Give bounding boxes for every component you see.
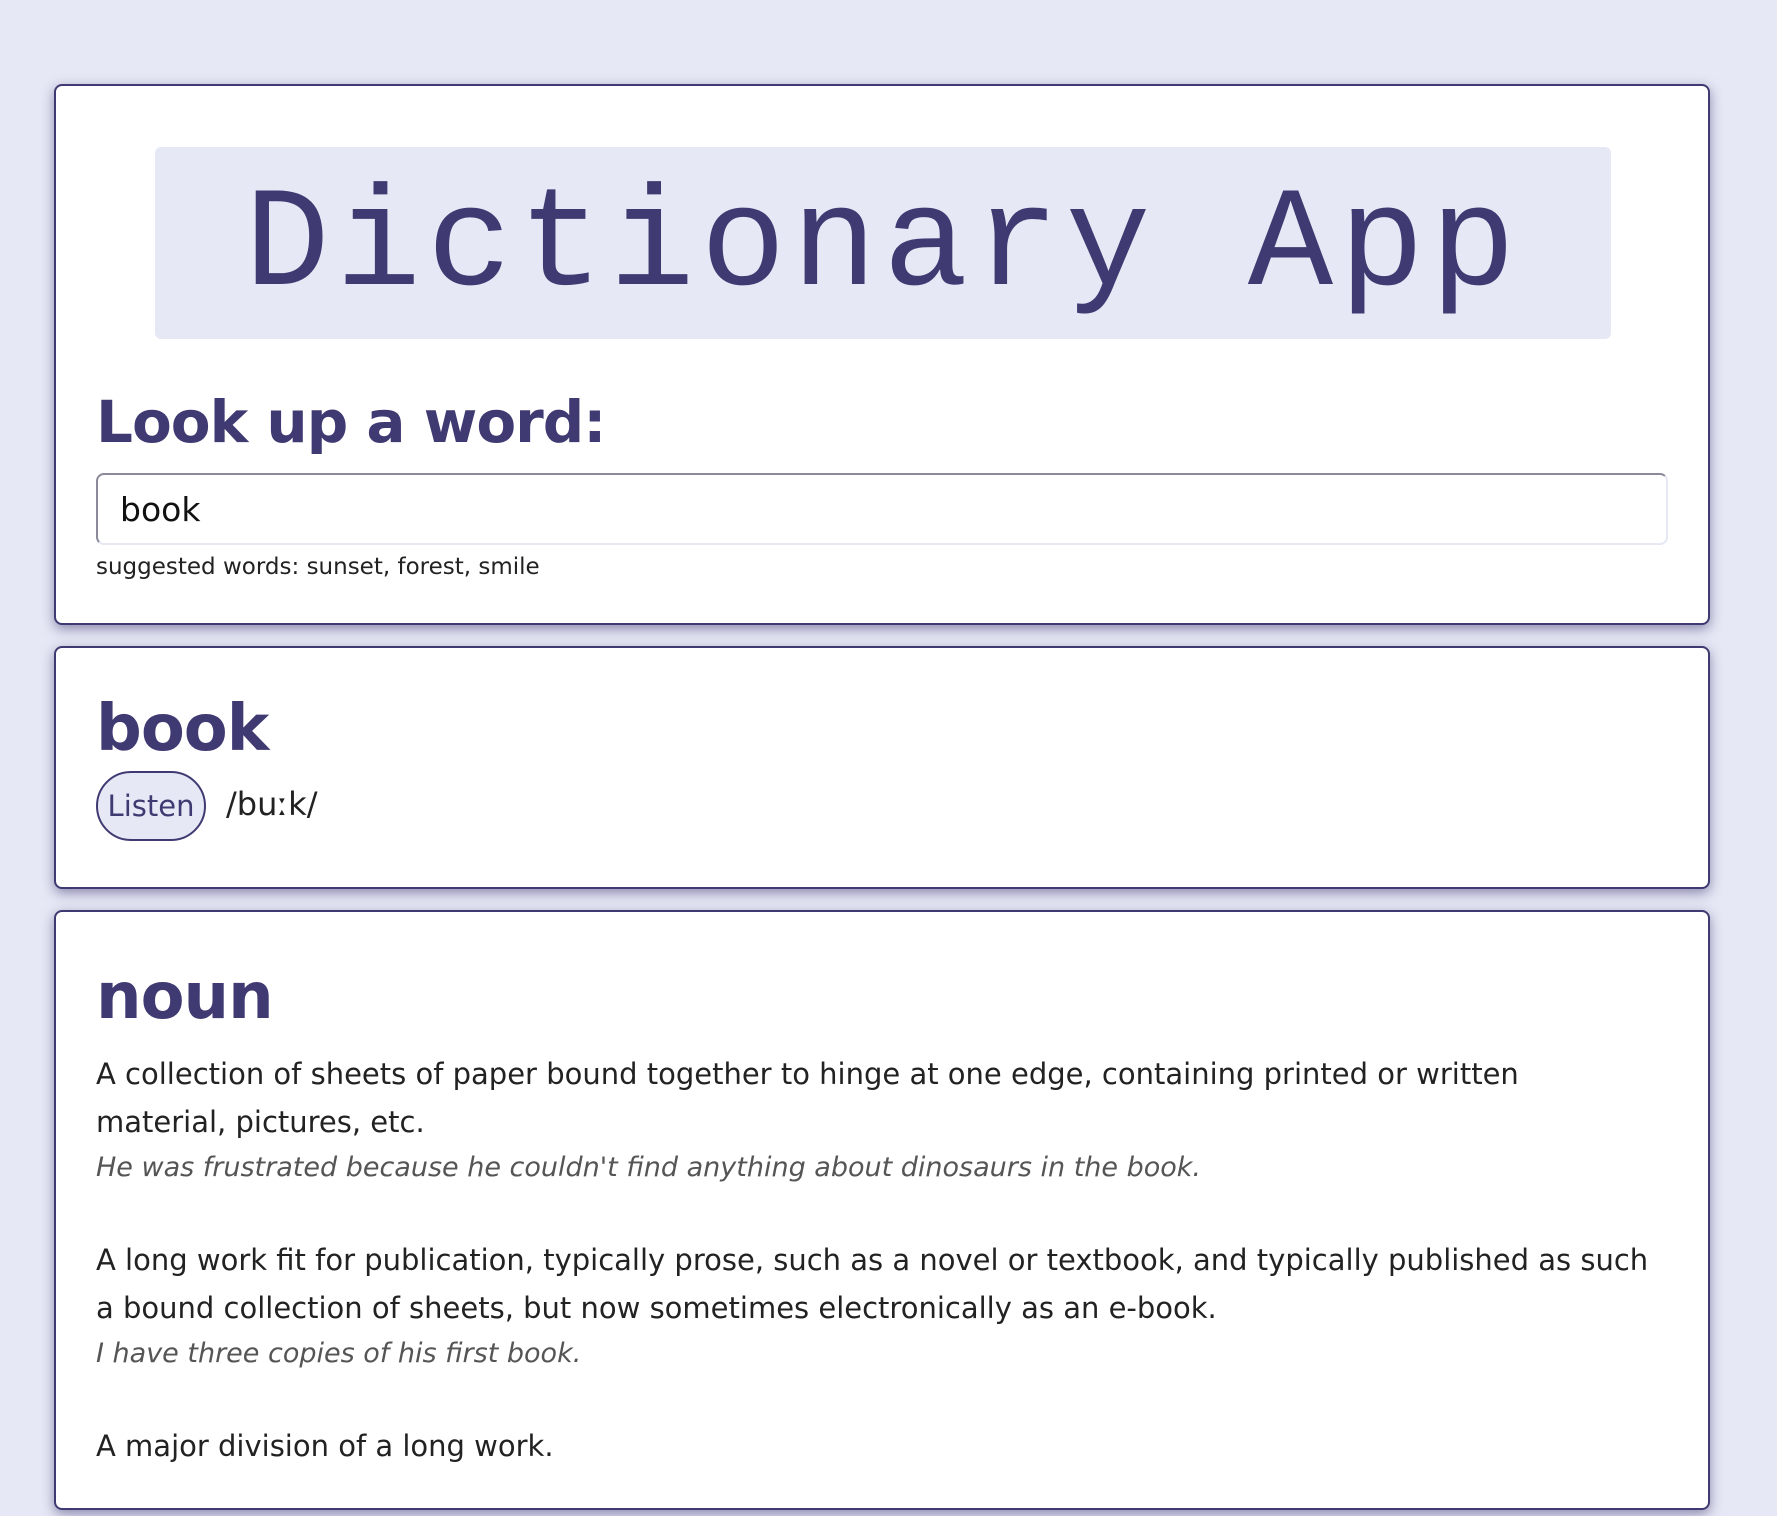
definition-text: A major division of a long work. [96,1429,554,1463]
listen-button[interactable]: Listen [96,771,206,841]
example-text: I have three copies of his first book. [96,1338,582,1369]
phonetic-text: /buːk/ [226,785,318,823]
definition-list: A collection of sheets of paper bound to… [96,1050,1656,1516]
app-title: Dictionary App [244,166,1522,327]
lookup-heading: Look up a word: [96,388,606,456]
definition-item: A major division of a long work. [96,1422,1656,1470]
word-card: book Listen /buːk/ [54,646,1710,889]
definition-text: A long work fit for publication, typical… [96,1243,1649,1325]
search-input[interactable] [96,473,1668,545]
suggested-words: suggested words: sunset, forest, smile [96,554,540,580]
definition-item: A collection of sheets of paper bound to… [96,1050,1656,1190]
meaning-card: noun A collection of sheets of paper bou… [54,910,1710,1510]
example-text: He was frustrated because he couldn't fi… [96,1152,1202,1183]
part-of-speech-heading: noun [96,960,274,1034]
headword: book [96,692,269,766]
app-title-banner: Dictionary App [155,147,1611,339]
definition-item: A long work fit for publication, typical… [96,1236,1656,1376]
search-card: Dictionary App Look up a word: suggested… [54,84,1710,625]
suggested-words-list: sunset, forest, smile [306,554,540,580]
suggested-words-label: suggested words: [96,554,300,580]
definition-text: A collection of sheets of paper bound to… [96,1057,1519,1139]
